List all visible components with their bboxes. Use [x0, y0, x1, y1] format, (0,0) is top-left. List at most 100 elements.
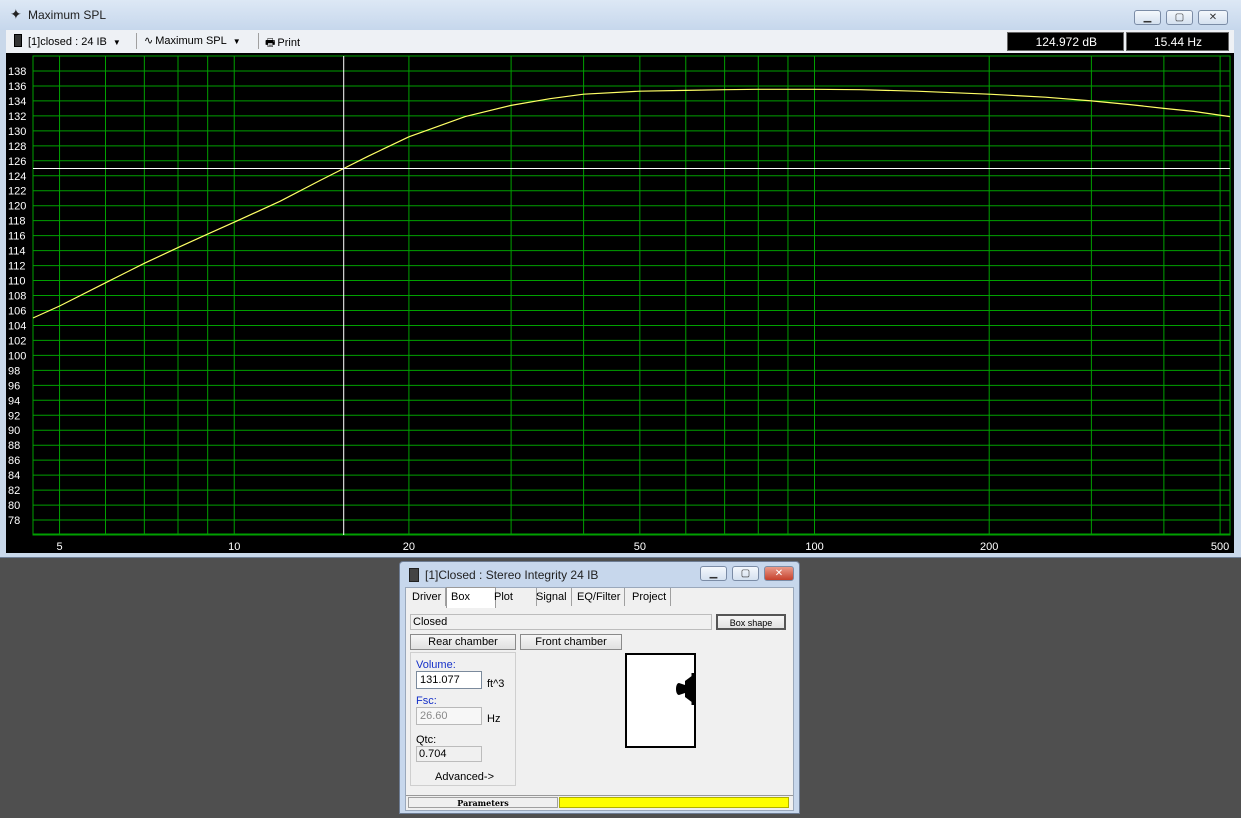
- graph-selector-label: Maximum SPL: [155, 35, 227, 47]
- tab-signal[interactable]: Signal: [532, 588, 572, 606]
- frequency-readout: 15.44 Hz: [1126, 32, 1229, 51]
- y-tick-label: 110: [8, 276, 26, 288]
- y-tick-label: 134: [8, 96, 26, 108]
- status-bar: Parameters: [406, 795, 793, 810]
- x-tick-label: 5: [56, 541, 62, 553]
- tab-box[interactable]: Box: [446, 587, 496, 608]
- project-selector-label: [1]closed : 24 IB: [28, 36, 107, 48]
- tab-driver[interactable]: Driver: [408, 588, 447, 606]
- box-type-field: Closed: [410, 614, 712, 630]
- graph-selector[interactable]: ∿ Maximum SPL ▼: [144, 34, 241, 47]
- volume-unit: ft^3: [487, 678, 505, 690]
- tab-project[interactable]: Project: [628, 588, 672, 606]
- qtc-field: 0.704: [416, 746, 482, 762]
- y-tick-label: 136: [8, 81, 26, 93]
- speaker-icon: [409, 568, 419, 582]
- y-tick-label: 116: [8, 231, 26, 243]
- volume-label: Volume:: [416, 659, 456, 671]
- fsc-input: 26.60: [416, 707, 482, 725]
- y-tick-label: 122: [8, 186, 26, 198]
- close-icon: ✕: [774, 568, 784, 579]
- status-label: Parameters: [408, 797, 558, 808]
- main-title-bar[interactable]: ✦ Maximum SPL ▁ ▢ ✕: [0, 0, 1241, 30]
- print-button[interactable]: 🖶 Print: [265, 34, 300, 53]
- close-icon: ✕: [1208, 12, 1218, 23]
- y-tick-label: 118: [8, 216, 26, 228]
- maximize-button[interactable]: ▢: [1166, 10, 1193, 25]
- chevron-down-icon: ▼: [232, 37, 241, 46]
- x-tick-label: 50: [634, 541, 646, 553]
- minimize-button[interactable]: ▁: [1134, 10, 1161, 25]
- print-label: Print: [277, 37, 301, 49]
- advanced-button[interactable]: Advanced->: [435, 771, 494, 783]
- y-tick-label: 114: [8, 246, 26, 258]
- box-dialog: [1]Closed : Stereo Integrity 24 IB ▁ ▢ ✕…: [399, 561, 800, 814]
- toolbar-divider: [136, 33, 137, 49]
- volume-input[interactable]: 131.077: [416, 671, 482, 689]
- y-tick-label: 80: [8, 500, 20, 512]
- y-tick-label: 78: [8, 515, 20, 527]
- y-tick-label: 112: [8, 261, 26, 273]
- y-tick-label: 92: [8, 410, 20, 422]
- x-tick-label: 10: [228, 541, 240, 553]
- y-tick-label: 96: [8, 380, 20, 392]
- toolbar: [1]closed : 24 IB ▼ ∿ Maximum SPL ▼ 🖶 Print …: [6, 30, 1234, 53]
- main-window: ✦ Maximum SPL ▁ ▢ ✕ [1]closed : 24 IB ▼ ∿…: [0, 0, 1241, 558]
- dialog-body: Driver Box Plot Signal EQ/Filter Project…: [405, 587, 794, 811]
- spl-readout: 124.972 dB: [1007, 32, 1124, 51]
- dialog-title: [1]Closed : Stereo Integrity 24 IB: [425, 568, 599, 582]
- dialog-title-bar[interactable]: [1]Closed : Stereo Integrity 24 IB ▁ ▢ ✕: [400, 562, 799, 587]
- dialog-close-button[interactable]: ✕: [764, 566, 794, 581]
- y-tick-label: 94: [8, 395, 20, 407]
- box-shape-button[interactable]: Box shape: [716, 614, 786, 630]
- maximize-icon: ▢: [740, 568, 751, 579]
- project-selector[interactable]: [1]closed : 24 IB ▼: [14, 34, 121, 48]
- rear-chamber-button[interactable]: Rear chamber: [410, 634, 516, 650]
- x-tick-label: 20: [403, 541, 415, 553]
- y-tick-label: 124: [8, 171, 26, 183]
- y-tick-label: 86: [8, 455, 20, 467]
- y-tick-label: 132: [8, 111, 26, 123]
- y-tick-label: 128: [8, 141, 26, 153]
- y-tick-label: 84: [8, 470, 20, 482]
- tab-eq-filter[interactable]: EQ/Filter: [573, 588, 626, 606]
- x-tick-label: 200: [980, 541, 998, 553]
- toolbar-divider: [258, 33, 259, 49]
- y-tick-label: 82: [8, 485, 20, 497]
- speaker-icon: [14, 34, 22, 47]
- x-tick-label: 100: [805, 541, 823, 553]
- x-tick-label: 500: [1211, 541, 1229, 553]
- y-tick-label: 100: [8, 350, 26, 362]
- crosshair-app-icon: ✦: [10, 6, 22, 22]
- y-tick-label: 98: [8, 365, 20, 377]
- wave-icon: ∿: [144, 35, 154, 47]
- y-tick-label: 126: [8, 156, 26, 168]
- y-tick-label: 138: [8, 66, 26, 78]
- status-indicator: [559, 797, 789, 808]
- spl-chart[interactable]: 78 80 82 84 86 88 90 92 94 96 98 100 102 104 106 108 110…: [6, 53, 1234, 553]
- box-panel: Closed Box shape Rear chamber Front cham…: [410, 610, 790, 790]
- front-chamber-button[interactable]: Front chamber: [520, 634, 622, 650]
- closed-box-diagram: [625, 653, 696, 748]
- fsc-label: Fsc:: [416, 695, 437, 707]
- chevron-down-icon: ▼: [112, 38, 121, 47]
- dialog-maximize-button[interactable]: ▢: [732, 566, 759, 581]
- fsc-unit: Hz: [487, 713, 501, 725]
- y-tick-label: 90: [8, 425, 20, 437]
- y-tick-label: 102: [8, 335, 26, 347]
- close-button[interactable]: ✕: [1198, 10, 1228, 25]
- y-tick-label: 88: [8, 440, 20, 452]
- minimize-icon: ▁: [1143, 12, 1152, 23]
- y-tick-label: 108: [8, 291, 26, 303]
- qtc-label: Qtc:: [416, 734, 437, 746]
- minimize-icon: ▁: [709, 568, 718, 579]
- y-tick-label: 120: [8, 201, 26, 213]
- dialog-minimize-button[interactable]: ▁: [700, 566, 727, 581]
- y-tick-label: 106: [8, 305, 26, 317]
- spl-chart-svg[interactable]: 78 80 82 84 86 88 90 92 94 96 98 100 102 104 106 108 110…: [6, 53, 1234, 553]
- window-title: Maximum SPL: [28, 8, 107, 22]
- tab-plot[interactable]: Plot: [490, 588, 537, 606]
- y-tick-label: 130: [8, 126, 26, 138]
- printer-icon: 🖶: [265, 37, 276, 49]
- maximize-icon: ▢: [1174, 12, 1185, 23]
